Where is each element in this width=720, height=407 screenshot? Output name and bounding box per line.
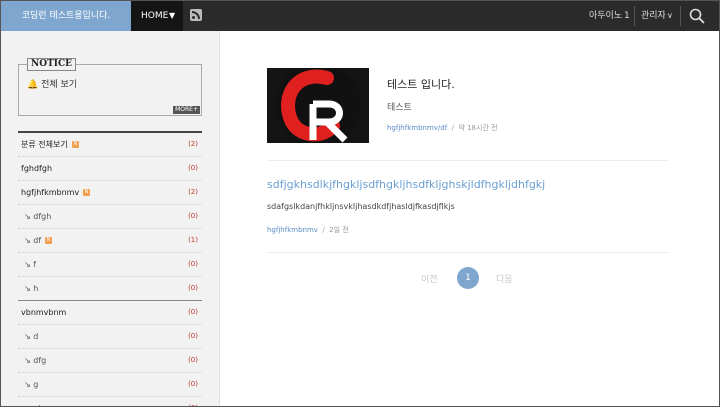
category-item[interactable]: ↘ f (0) bbox=[18, 253, 202, 277]
post-time: 약 18시간 전 bbox=[458, 124, 498, 132]
divider bbox=[267, 160, 669, 161]
post-meta: hgfjhfkmbnmv / 2일 전 bbox=[267, 225, 349, 235]
notice-title: NOTICE bbox=[27, 58, 76, 71]
category-item[interactable]: ↘ dfgh (0) bbox=[18, 205, 202, 229]
search-icon[interactable] bbox=[689, 8, 705, 24]
post-meta: hgfjhfkmbnmv/df / 약 18시간 전 bbox=[387, 123, 498, 133]
more-button[interactable]: MORE+ bbox=[173, 106, 200, 114]
user-count: 1 bbox=[624, 11, 630, 21]
chevron-down-icon: ▼ bbox=[169, 11, 176, 20]
category-item[interactable]: fghdfgh (0) bbox=[18, 157, 202, 181]
rss-icon[interactable] bbox=[190, 9, 202, 21]
category-item[interactable]: ↘ h (0) bbox=[18, 277, 202, 301]
category-item[interactable]: ↘ g (0) bbox=[18, 373, 202, 397]
category-count: (0) bbox=[188, 380, 198, 388]
category-item[interactable]: ↘ dfg (0) bbox=[18, 349, 202, 373]
new-badge-icon: N bbox=[45, 237, 52, 244]
category-label: ↘ h bbox=[24, 284, 39, 293]
category-count: (0) bbox=[188, 308, 198, 316]
post-excerpt: sdafgslkdanjfhkljnsvkljhasdkdfjhasldjfka… bbox=[267, 202, 455, 211]
category-count: (0) bbox=[188, 397, 198, 406]
category-item[interactable]: vbnmvbnm (0) bbox=[18, 301, 202, 325]
next-page-link[interactable]: 다음 bbox=[496, 272, 513, 285]
category-item[interactable]: 분류 전체보기 N (2) bbox=[18, 133, 202, 157]
category-label: ↘ dfg bbox=[24, 356, 47, 365]
post-category-link[interactable]: hgfjhfkmbnmv bbox=[267, 226, 318, 234]
category-label: ↘ gh bbox=[24, 397, 43, 406]
browser-frame: 코딩런 테스트용입니다. HOME ▼ 아두이노 1 관리자 ∨ NOTICE … bbox=[0, 0, 720, 407]
category-count: (0) bbox=[188, 332, 198, 340]
user-name[interactable]: 아두이노 bbox=[589, 1, 622, 31]
divider bbox=[267, 252, 669, 253]
notice-item-label: 전체 보기 bbox=[41, 80, 78, 90]
category-count: (2) bbox=[188, 140, 198, 148]
meta-separator: / bbox=[451, 124, 454, 132]
category-label: vbnmvbnm bbox=[21, 308, 67, 317]
logo-image bbox=[267, 68, 369, 143]
category-label: 분류 전체보기 bbox=[21, 140, 68, 149]
new-badge-icon: N bbox=[83, 189, 90, 196]
home-menu-button[interactable]: HOME ▼ bbox=[131, 1, 183, 31]
category-label: ↘ d bbox=[24, 332, 39, 341]
post-title[interactable]: 테스트 입니다. bbox=[387, 76, 455, 92]
category-count: (1) bbox=[188, 236, 198, 244]
pagination: 이전 1 다음 bbox=[421, 267, 521, 289]
category-label: ↘ dfgh bbox=[24, 212, 52, 221]
new-badge-icon: N bbox=[72, 141, 79, 148]
divider bbox=[680, 6, 681, 26]
home-label: HOME bbox=[141, 11, 169, 21]
category-count: (0) bbox=[188, 212, 198, 220]
category-label: hgfjhfkmbnmv bbox=[21, 188, 80, 197]
chevron-down-icon: ∨ bbox=[667, 11, 673, 20]
category-item[interactable]: hgfjhfkmbnmv N (2) bbox=[18, 181, 202, 205]
category-item[interactable]: ↘ df N (1) bbox=[18, 229, 202, 253]
notice-item[interactable]: 🔔 전체 보기 bbox=[27, 77, 77, 90]
bell-icon: 🔔 bbox=[27, 80, 39, 90]
category-label: ↘ g bbox=[24, 380, 39, 389]
post-category-link[interactable]: hgfjhfkmbnmv/df bbox=[387, 124, 447, 132]
notice-box: NOTICE 🔔 전체 보기 MORE+ bbox=[18, 58, 202, 116]
category-label: ↘ f bbox=[24, 260, 37, 269]
sidebar: NOTICE 🔔 전체 보기 MORE+ 분류 전체보기 N (2) fghdfgh (… bbox=[1, 31, 220, 406]
prev-page-link[interactable]: 이전 bbox=[421, 272, 438, 285]
category-list: 분류 전체보기 N (2) fghdfgh (0) hgfjhfkmbnmv N (2) ↘ d… bbox=[18, 131, 202, 406]
post-title[interactable]: sdfjgkhsdlkjfhgkljsdfhgkljhsdfkljghskjld… bbox=[267, 178, 545, 191]
post-thumbnail[interactable] bbox=[267, 68, 369, 143]
post-time: 2일 전 bbox=[329, 226, 349, 234]
meta-separator: / bbox=[322, 226, 325, 234]
category-item[interactable]: ↘ gh (0) bbox=[18, 397, 202, 406]
blog-title[interactable]: 코딩런 테스트용입니다. bbox=[1, 1, 131, 31]
category-count: (0) bbox=[188, 260, 198, 268]
divider bbox=[634, 6, 635, 26]
category-count: (0) bbox=[188, 356, 198, 364]
category-count: (0) bbox=[188, 164, 198, 172]
post-category: 테스트 bbox=[387, 103, 412, 113]
category-label: fghdfgh bbox=[21, 164, 53, 173]
top-bar: 코딩런 테스트용입니다. HOME ▼ 아두이노 1 관리자 ∨ bbox=[1, 1, 719, 31]
admin-menu-button[interactable]: 관리자 bbox=[641, 1, 666, 31]
category-count: (2) bbox=[188, 188, 198, 196]
page-1-button[interactable]: 1 bbox=[457, 267, 479, 289]
category-count: (0) bbox=[188, 284, 198, 292]
category-item[interactable]: ↘ d (0) bbox=[18, 325, 202, 349]
category-label: ↘ df bbox=[24, 236, 42, 245]
